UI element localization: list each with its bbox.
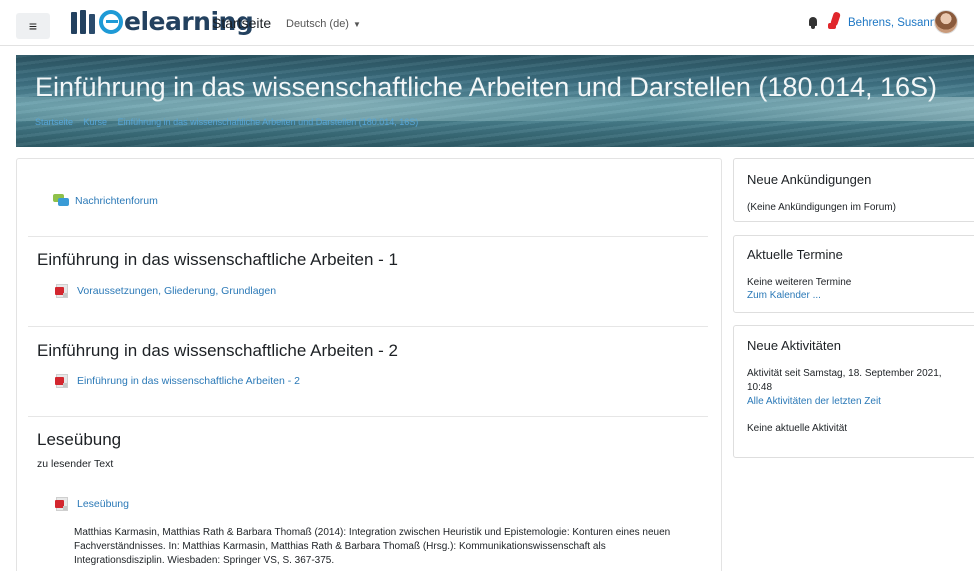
resource-link[interactable]: Voraussetzungen, Gliederung, Grundlagen bbox=[55, 284, 277, 298]
block-text: Aktivität seit Samstag, 18. September 20… bbox=[747, 368, 942, 379]
resource-label: Leseübung bbox=[77, 498, 129, 510]
pdf-icon bbox=[55, 284, 68, 298]
top-navbar: ≡ elearning Startseite Deutsch (de) ▼ Beh… bbox=[0, 0, 974, 46]
books-logo-icon[interactable] bbox=[71, 10, 95, 34]
block-text: 10:48 bbox=[747, 382, 773, 393]
pdf-icon bbox=[55, 497, 68, 511]
language-menu[interactable]: Deutsch (de) ▼ bbox=[286, 18, 361, 30]
section-title: Einführung in das wissenschaftliche Arbe… bbox=[37, 341, 398, 360]
resource-label: Voraussetzungen, Gliederung, Grundlagen bbox=[77, 285, 277, 297]
block-title: Neue Aktivitäten bbox=[747, 338, 841, 353]
block-text: (Keine Ankündigungen im Forum) bbox=[747, 202, 896, 213]
section-divider bbox=[28, 416, 708, 417]
section-title: Einführung in das wissenschaftliche Arbe… bbox=[37, 250, 398, 269]
section-title: Leseübung bbox=[37, 430, 122, 449]
block-text: Keine aktuelle Aktivität bbox=[747, 423, 848, 434]
breadcrumb: Startseite Kurse Einführung in das wisse… bbox=[35, 117, 426, 127]
forum-activity-link[interactable]: Nachrichtenforum bbox=[53, 194, 158, 208]
hamburger-menu-icon[interactable]: ≡ bbox=[16, 13, 50, 39]
bell-icon[interactable] bbox=[808, 17, 818, 29]
course-header-banner: Einführung in das wissenschaftliche Arbe… bbox=[16, 55, 974, 147]
breadcrumb-item-course[interactable]: Einführung in das wissenschaftliche Arbe… bbox=[118, 117, 419, 127]
section-divider bbox=[28, 326, 708, 327]
calendar-link[interactable]: Zum Kalender ... bbox=[747, 290, 821, 301]
recent-activity-block: Neue Aktivitäten Aktivität seit Samstag,… bbox=[733, 325, 974, 458]
language-label: Deutsch (de) bbox=[286, 18, 349, 30]
avatar[interactable] bbox=[934, 10, 958, 34]
resource-description: Matthias Karmasin, Matthias Rath & Barba… bbox=[74, 527, 671, 566]
pdf-icon bbox=[55, 374, 68, 388]
section-summary: zu lesender Text bbox=[37, 458, 114, 470]
breadcrumb-item-home[interactable]: Startseite bbox=[35, 117, 73, 127]
resource-label: Einführung in das wissenschaftliche Arbe… bbox=[77, 375, 300, 387]
block-text: Keine weiteren Termine bbox=[747, 277, 852, 288]
resource-link[interactable]: Leseübung bbox=[55, 497, 129, 511]
block-title: Neue Ankündigungen bbox=[747, 172, 872, 187]
block-title: Aktuelle Termine bbox=[747, 247, 843, 262]
messages-icon[interactable] bbox=[828, 11, 842, 30]
breadcrumb-item-courses[interactable]: Kurse bbox=[84, 117, 108, 127]
news-block: Neue Ankündigungen (Keine Ankündigungen … bbox=[733, 158, 974, 222]
recent-activity-link[interactable]: Alle Aktivitäten der letzten Zeit bbox=[747, 396, 881, 407]
nav-home-link[interactable]: Startseite bbox=[212, 15, 271, 31]
caret-down-icon: ▼ bbox=[352, 20, 361, 29]
resource-link[interactable]: Einführung in das wissenschaftliche Arbe… bbox=[55, 374, 300, 388]
activity-label: Nachrichtenforum bbox=[75, 195, 158, 207]
forum-icon bbox=[53, 194, 69, 208]
elearning-logo-icon[interactable] bbox=[99, 10, 123, 34]
calendar-block: Aktuelle Termine Keine weiteren Termine … bbox=[733, 235, 974, 313]
page-title: Einführung in das wissenschaftliche Arbe… bbox=[35, 72, 938, 102]
section-divider bbox=[28, 236, 708, 237]
user-menu-name[interactable]: Behrens, Susanne bbox=[848, 17, 943, 29]
